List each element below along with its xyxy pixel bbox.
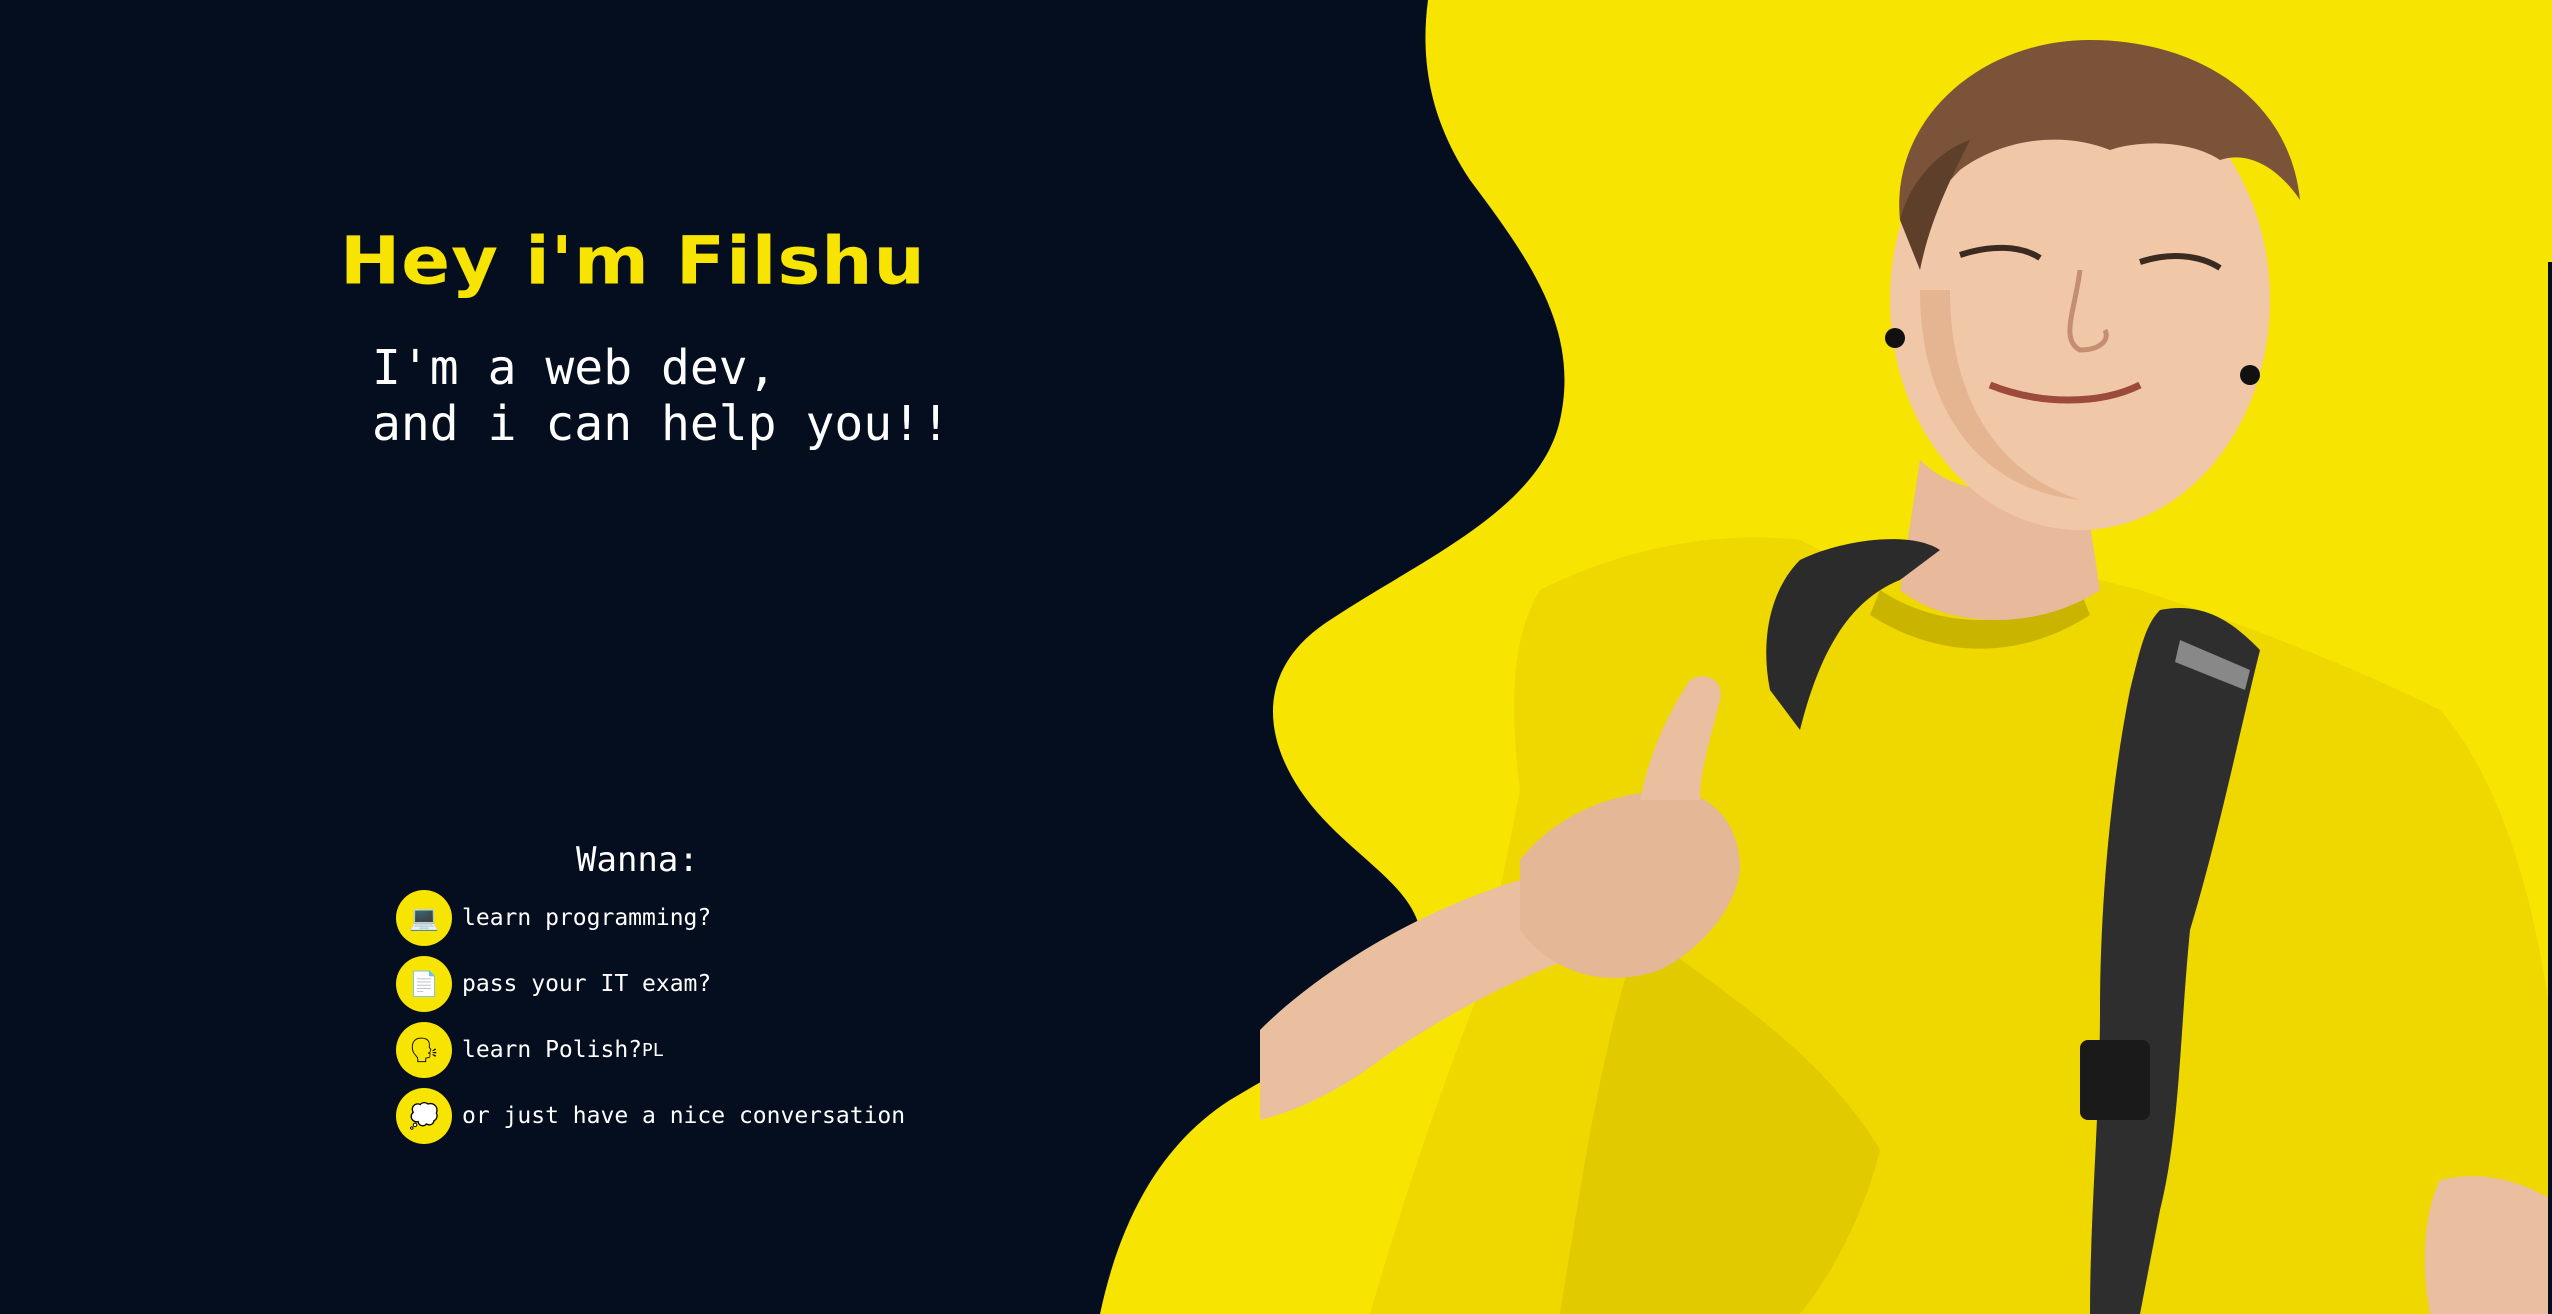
offer-list: Wanna: 💻 learn programming? 📄 pass your … [396,840,905,1154]
list-item-label: pass your IT exam? [462,971,712,997]
scrollbar-edge[interactable] [2548,262,2552,1314]
subtitle-line-1: I'm a web dev, [372,340,777,396]
list-item-programming: 💻 learn programming? [396,890,905,946]
list-item-polish: 🗣 learn Polish? PL [396,1022,905,1078]
profile-photo [1260,40,2552,1314]
list-item-label: or just have a nice conversation [462,1103,906,1129]
computer-icon: 💻 [396,890,452,946]
list-item-label: learn Polish? [462,1037,643,1063]
hero-subtitle: I'm a web dev, and i can help you!! [372,340,950,452]
landing-page: Hey i'm Filshu I'm a web dev, and i can … [0,0,2552,1314]
offer-heading: Wanna: [576,840,699,880]
list-item-conversation: 💭 or just have a nice conversation [396,1088,905,1144]
speaking-head-icon: 🗣 [396,1022,452,1078]
list-item-it-exam: 📄 pass your IT exam? [396,956,905,1012]
exam-document-icon: 📄 [396,956,452,1012]
subtitle-line-2: and i can help you!! [372,396,950,452]
page-title: Hey i'm Filshu [340,222,926,300]
polish-flag-label: PL [642,1039,664,1061]
list-item-label: learn programming? [462,905,712,931]
speech-bubble-icon: 💭 [396,1088,452,1144]
